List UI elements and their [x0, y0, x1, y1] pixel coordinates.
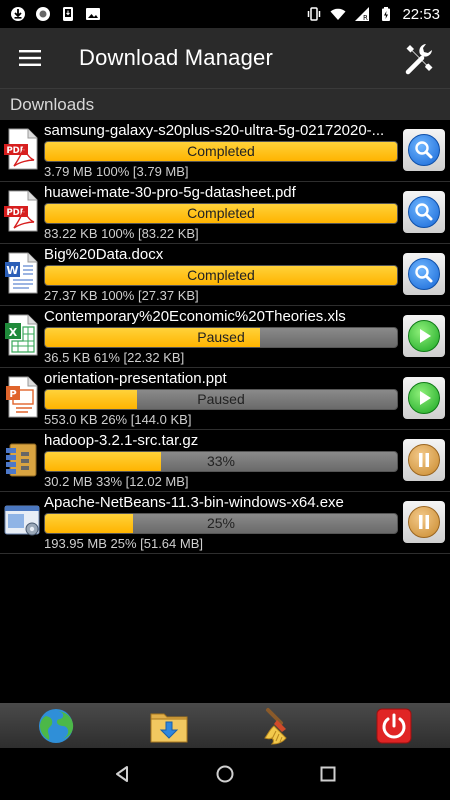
file-size-info: 83.22 KB 100% [83.22 KB] — [44, 226, 199, 241]
tools-icon — [405, 44, 433, 75]
play-icon — [420, 329, 431, 343]
file-name: hadoop-3.2.1-src.tar.gz — [44, 432, 199, 449]
download-folder-icon — [150, 713, 188, 742]
play-icon — [420, 391, 431, 405]
progress-bar: Paused — [44, 327, 398, 348]
progress-status: Completed — [187, 205, 255, 221]
downloads-section-header: Downloads — [0, 88, 450, 120]
browser-button[interactable] — [0, 703, 113, 748]
pause-icon — [419, 453, 429, 467]
open-file-button[interactable] — [403, 191, 445, 233]
download-item[interactable]: W Big%20Data.docx Completed 27.37 KB 100… — [0, 244, 450, 306]
progress-bar: 33% — [44, 451, 398, 472]
archive-file-icon — [6, 443, 37, 477]
exit-button[interactable] — [338, 703, 450, 748]
downloads-folder-button[interactable] — [113, 703, 226, 748]
file-size-info: 553.0 KB 26% [144.0 KB] — [44, 412, 192, 427]
phone-notification-icon — [63, 7, 73, 21]
svg-text:P: P — [9, 389, 16, 400]
pause-button[interactable] — [403, 439, 445, 481]
progress-bar: Paused — [44, 389, 398, 410]
executable-file-icon — [4, 505, 40, 536]
file-name: huawei-mate-30-pro-5g-datasheet.pdf — [44, 184, 296, 201]
pdf-file-icon: PDF — [4, 128, 38, 170]
file-size-info: 30.2 MB 33% [12.02 MB] — [44, 474, 189, 489]
svg-text:W: W — [6, 264, 18, 277]
open-file-button[interactable] — [403, 129, 445, 171]
file-name: Big%20Data.docx — [44, 246, 164, 263]
file-size-info: 27.37 KB 100% [27.37 KB] — [44, 288, 199, 303]
file-size-info: 193.95 MB 25% [51.64 MB] — [44, 536, 203, 551]
resume-button[interactable] — [403, 377, 445, 419]
bottom-toolbar — [0, 703, 450, 748]
progress-bar: Completed — [44, 141, 398, 162]
signal-icon: R — [355, 7, 370, 22]
pause-button[interactable] — [403, 501, 445, 543]
status-bar: R 22:53 — [0, 0, 450, 28]
battery-icon — [382, 7, 391, 21]
progress-bar: Completed — [44, 203, 398, 224]
clock-time: 22:53 — [402, 5, 440, 23]
menu-button[interactable] — [0, 28, 60, 88]
progress-bar: 25% — [44, 513, 398, 534]
search-icon — [415, 141, 433, 159]
page-title: Download Manager — [79, 45, 273, 70]
download-item[interactable]: PDF samsung-galaxy-s20plus-s20-ultra-5g-… — [0, 120, 450, 182]
section-title: Downloads — [10, 95, 95, 114]
globe-icon — [39, 708, 74, 743]
download-item[interactable]: P orientation-presentation.ppt Paused 55… — [0, 368, 450, 430]
file-name: Contemporary%20Economic%20Theories.xls — [44, 308, 346, 325]
search-icon — [415, 203, 433, 221]
progress-status: 33% — [206, 453, 236, 469]
file-name: samsung-galaxy-s20plus-s20-ultra-5g-0217… — [44, 122, 385, 139]
sync-notification-icon — [36, 7, 50, 21]
image-notification-icon — [86, 8, 100, 20]
app-bar: Download Manager — [0, 28, 450, 88]
downloads-list: PDF samsung-galaxy-s20plus-s20-ultra-5g-… — [0, 120, 450, 554]
hamburger-icon — [19, 50, 41, 66]
back-icon[interactable] — [112, 764, 132, 784]
system-navigation-bar — [0, 748, 450, 800]
vibrate-icon — [308, 7, 321, 21]
recents-icon[interactable] — [318, 764, 338, 784]
resume-button[interactable] — [403, 315, 445, 357]
broom-icon — [264, 707, 287, 745]
download-notification-icon — [11, 7, 25, 21]
svg-text:X: X — [9, 326, 18, 339]
progress-status: 25% — [206, 515, 236, 531]
file-name: Apache-NetBeans-11.3-bin-windows-x64.exe — [44, 494, 344, 511]
powerpoint-file-icon: P — [6, 376, 38, 418]
svg-text:R: R — [363, 14, 368, 22]
file-size-info: 36.5 KB 61% [22.32 KB] — [44, 350, 185, 365]
home-icon[interactable] — [215, 764, 235, 784]
settings-button[interactable] — [402, 40, 438, 76]
open-file-button[interactable] — [403, 253, 445, 295]
search-icon — [415, 265, 433, 283]
download-item[interactable]: hadoop-3.2.1-src.tar.gz 33% 30.2 MB 33% … — [0, 430, 450, 492]
file-size-info: 3.79 MB 100% [3.79 MB] — [44, 164, 189, 179]
clear-list-button[interactable] — [225, 703, 338, 748]
download-item[interactable]: X Contemporary%20Economic%20Theories.xls… — [0, 306, 450, 368]
download-item[interactable]: PDF huawei-mate-30-pro-5g-datasheet.pdf … — [0, 182, 450, 244]
progress-status: Paused — [197, 391, 245, 407]
word-file-icon: W — [5, 252, 38, 294]
excel-file-icon: X — [5, 314, 38, 356]
progress-status: Completed — [187, 143, 255, 159]
file-name: orientation-presentation.ppt — [44, 370, 227, 387]
power-icon — [376, 708, 412, 743]
download-item[interactable]: Apache-NetBeans-11.3-bin-windows-x64.exe… — [0, 492, 450, 554]
pdf-file-icon: PDF — [4, 190, 38, 232]
progress-status: Paused — [197, 329, 245, 345]
pause-icon — [419, 515, 429, 529]
progress-status: Completed — [187, 267, 255, 283]
wifi-icon — [330, 8, 346, 20]
progress-bar: Completed — [44, 265, 398, 286]
